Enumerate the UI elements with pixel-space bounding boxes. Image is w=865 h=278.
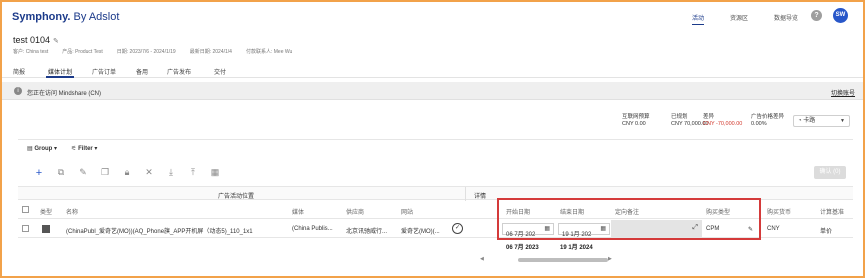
help-icon[interactable]: ? [811,10,822,21]
tab-brief[interactable]: 简报 [13,67,25,76]
top-nav-resources[interactable]: 资源区 [730,13,748,25]
notice-bar: i 您正在访问 Mindshare (CN) 切换账号 [2,82,863,100]
row-basis: 单价 [820,229,833,235]
action-toolbar: + ⧉ ✎ ❐ 🔒︎ ✕ ⤓ ⤒ ▦ [28,167,226,179]
delete-icon[interactable]: ✕ [138,167,160,179]
tab-ad-publish[interactable]: 广告发布 [167,67,191,76]
group-details: 详情 [474,194,487,200]
col-site[interactable]: 网站 [401,207,413,216]
meta-contact: 付款联系人: Mee Wu [245,49,293,55]
col-basis[interactable]: 计算基准 [820,207,844,216]
upload-icon[interactable]: ⤒ [182,167,204,179]
grid-icon[interactable]: ▦ [204,167,226,179]
download-icon[interactable]: ⤓ [160,167,182,179]
meta-latest: 最新日期: 2024/1/4 [189,49,232,55]
campaign-tabs: 简报 媒体计划 广告订单 备用 广告发布 交付 [2,62,863,78]
top-bar: Symphony. By Adslot 活动 资源区 数据导览 ? SW [2,2,863,32]
tab-backup[interactable]: 备用 [136,67,148,76]
stat-budget: 互联网预算 CNY 0.00 [622,114,650,127]
display-ad-icon [42,225,50,233]
page-title: test 0104 ✎ [13,35,59,45]
top-nav-activity[interactable]: 活动 [692,13,705,25]
col-currency[interactable]: 购买货币 [767,207,791,216]
col-name[interactable]: 名称 [66,207,78,216]
tab-delivery[interactable]: 交付 [214,67,226,76]
select-all-checkbox[interactable] [22,206,29,213]
brand-logo[interactable]: Symphony. By Adslot [12,11,119,23]
row-currency: CNY [767,226,780,232]
avatar[interactable]: SW [833,8,848,23]
group-button[interactable]: ▤ Group ▾ [27,145,57,152]
meta-product: 产品: Product Test [62,49,103,55]
copy-icon[interactable]: ⧉ [50,167,72,179]
horizontal-scrollbar[interactable] [518,258,608,262]
row-media: (China Publis... [292,226,333,232]
row-vendor: 北京讯驰威行... [346,229,388,235]
top-nav: 活动 资源区 数据导览 [692,13,824,25]
active-tab-indicator [46,76,74,78]
chevron-down-icon: ▼ [840,118,845,124]
summary-start-date: 06 7月 2023 [506,245,539,251]
row-summary: 06 7月 2023 19 1月 2024 [18,239,853,252]
edit-icon[interactable]: ✎ [72,167,94,179]
switch-account-link[interactable]: 切换账号 [831,88,855,97]
lock-icon[interactable]: 🔒︎ [116,167,138,179]
status-check-icon[interactable]: ✓ [452,223,463,234]
table-toolbar: ▤ Group ▾ ⚟ Filter ▾ [27,145,97,152]
tab-media-plan[interactable]: 媒体计划 [48,67,72,76]
col-vendor[interactable]: 供应商 [346,207,364,216]
notice-text: 您正在访问 Mindshare (CN) [27,91,102,97]
info-icon: i [14,87,22,95]
group-placement: 广告活动位置 [218,194,255,200]
add-icon[interactable]: + [28,167,50,179]
row-checkbox[interactable] [22,225,29,232]
meta-client: 客户: China test [13,49,49,55]
tab-ad-orders[interactable]: 广告订单 [92,67,116,76]
stat-price-variance: 广告价格差异 0.00% [751,114,785,127]
view-select[interactable]: ◔ 卡路 ▼ [793,115,850,127]
top-nav-data[interactable]: 数据导览 [774,13,798,25]
duplicate-icon[interactable]: ❐ [94,167,116,179]
group-divider [465,187,466,201]
edit-pencil-icon[interactable]: ✎ [53,38,59,45]
row-site: 爱奇艺(MO)(... [401,229,440,235]
col-type[interactable]: 类型 [40,207,52,216]
row-name: (ChinaPubl_爱奇艺(MO))(AQ_Phone旗_APP开机屏（动态5… [66,229,253,235]
highlight-box [497,198,761,240]
app-frame: Symphony. By Adslot 活动 资源区 数据导览 ? SW tes… [0,0,865,278]
campaign-meta: 客户: China test 产品: Product Test 日期: 2023… [13,48,306,55]
stat-variance: 差异 CNY -70,000.00 [703,114,743,127]
scroll-left-icon[interactable]: ◀ [480,256,484,262]
filter-button[interactable]: ⚟ Filter ▾ [71,145,97,152]
summary-end-date: 19 1月 2024 [560,245,593,251]
col-media[interactable]: 媒体 [292,207,304,216]
scroll-right-icon[interactable]: ▶ [608,256,612,262]
meta-dates: 日期: 2023/7/6 - 2024/1/19 [116,49,176,55]
media-plan-panel: ▤ Group ▾ ⚟ Filter ▾ + ⧉ ✎ ❐ 🔒︎ ✕ ⤓ ⤒ ▦ … [18,139,853,274]
confirm-button[interactable]: 确认 (0) [814,166,846,179]
